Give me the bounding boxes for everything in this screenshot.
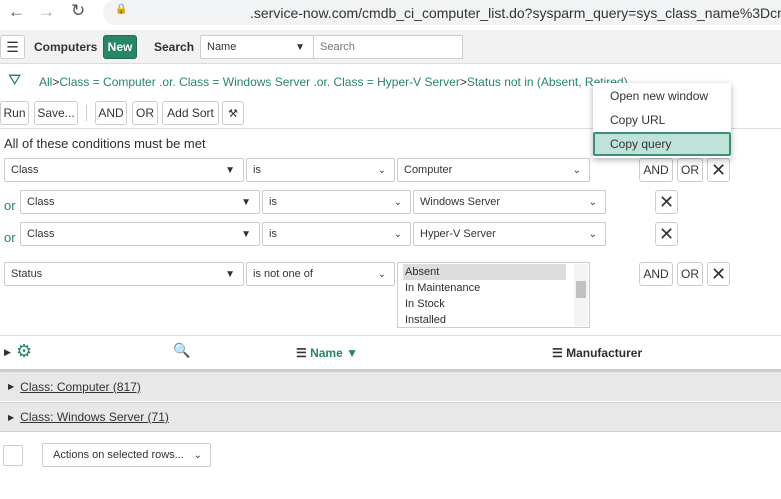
context-menu: Open new window Copy URL Copy query	[593, 83, 731, 158]
condition-and-button[interactable]: AND	[639, 262, 673, 286]
divider	[86, 105, 87, 121]
forward-icon[interactable]: →	[38, 2, 55, 22]
remove-condition-icon[interactable]: ✕	[655, 190, 678, 214]
condition-value-2[interactable]: Windows Server ⌄	[413, 190, 606, 214]
status-option[interactable]: Installed	[403, 312, 589, 328]
list-header: ☰ Computers New Search Name ▼	[0, 30, 781, 64]
select-all-checkbox[interactable]	[3, 445, 23, 466]
or-label: or	[4, 198, 16, 213]
menu-open-new-window[interactable]: Open new window	[593, 84, 731, 108]
hamburger-icon: ☰	[6, 38, 19, 55]
browser-bar: ← → ↻ 🔒 .service-now.com/cmdb_ci_compute…	[0, 0, 781, 27]
conditions-heading: All of these conditions must be met	[4, 136, 206, 151]
status-option[interactable]: Absent	[403, 264, 566, 280]
expand-icon: ▶	[8, 412, 15, 422]
and-button[interactable]: AND	[95, 101, 127, 125]
menu-copy-url[interactable]: Copy URL	[593, 108, 731, 132]
condition-or-button[interactable]: OR	[677, 262, 703, 286]
remove-condition-icon[interactable]: ✕	[655, 222, 678, 246]
condition-field-1[interactable]: Class ▼	[4, 158, 244, 182]
expand-icon[interactable]: ▶	[4, 347, 11, 358]
run-button[interactable]: Run	[0, 101, 29, 125]
condition-or-button[interactable]: OR	[677, 158, 703, 182]
sort-down-icon: ▼	[346, 346, 359, 360]
status-option[interactable]: In Maintenance	[403, 280, 589, 296]
tools-button[interactable]: ⚒	[222, 101, 244, 125]
condition-operator-3[interactable]: is ⌄	[262, 222, 411, 246]
tools-icon: ⚒	[228, 107, 238, 120]
condition-field-4[interactable]: Status ▼	[4, 262, 244, 286]
actions-select[interactable]: Actions on selected rows... ⌄	[42, 443, 211, 467]
breadcrumb-class-query[interactable]: Class = Computer .or. Class = Windows Se…	[59, 75, 459, 89]
add-sort-button[interactable]: Add Sort	[162, 101, 219, 125]
status-option[interactable]: In Stock	[403, 296, 589, 312]
column-manufacturer[interactable]: ☰ Manufacturer	[552, 346, 642, 360]
menu-copy-query[interactable]: Copy query	[593, 132, 731, 156]
expand-icon: ▶	[8, 382, 15, 391]
condition-operator-2[interactable]: is ⌄	[262, 190, 411, 214]
group-link[interactable]: Class: Computer (817)	[20, 380, 141, 394]
dropdown-arrow-icon: ▼	[295, 41, 305, 53]
back-icon[interactable]: ←	[8, 2, 25, 22]
save-button[interactable]: Save...	[34, 101, 78, 125]
reload-icon[interactable]: ↻	[71, 1, 85, 21]
new-button[interactable]: New	[103, 35, 137, 59]
search-icon[interactable]: 🔍	[173, 342, 190, 359]
group-link[interactable]: Class: Windows Server (71)	[20, 410, 169, 424]
or-button[interactable]: OR	[132, 101, 158, 125]
url-text: .service-now.com/cmdb_ci_computer_list.d…	[250, 5, 781, 21]
gear-icon[interactable]: ⚙	[16, 341, 32, 362]
filter-icon[interactable]: ⛛	[8, 72, 21, 90]
group-row[interactable]: ▶ Class: Windows Server (71)	[0, 402, 781, 432]
remove-condition-icon[interactable]: ✕	[707, 158, 730, 182]
condition-field-2[interactable]: Class ▼	[20, 190, 260, 214]
status-multiselect[interactable]: Absent In Maintenance In Stock Installed	[397, 262, 590, 328]
or-label: or	[4, 230, 16, 245]
list-title: Computers	[34, 40, 98, 54]
search-input[interactable]	[313, 35, 463, 59]
column-header-row: ▶ ⚙ 🔍 ☰ Name ▼ ☰ Manufacturer	[0, 335, 781, 371]
group-row[interactable]: ▶ Class: Computer (817)	[0, 371, 781, 401]
lock-icon: 🔒	[115, 4, 128, 15]
address-bar[interactable]: 🔒 .service-now.com/cmdb_ci_computer_list…	[103, 0, 781, 25]
column-name[interactable]: ☰ Name ▼	[296, 346, 358, 360]
scrollbar[interactable]	[574, 264, 588, 326]
search-field-select[interactable]: Name ▼	[200, 35, 314, 59]
condition-value-1[interactable]: Computer ⌄	[397, 158, 590, 182]
condition-operator-1[interactable]: is ⌄	[246, 158, 395, 182]
condition-value-3[interactable]: Hyper-V Server ⌄	[413, 222, 606, 246]
search-label: Search	[154, 40, 195, 54]
condition-operator-4[interactable]: is not one of ⌄	[246, 262, 395, 286]
breadcrumb-all[interactable]: All	[39, 75, 52, 89]
condition-and-button[interactable]: AND	[639, 158, 673, 182]
condition-field-3[interactable]: Class ▼	[20, 222, 260, 246]
menu-button[interactable]: ☰	[0, 35, 25, 59]
remove-condition-icon[interactable]: ✕	[707, 262, 730, 286]
